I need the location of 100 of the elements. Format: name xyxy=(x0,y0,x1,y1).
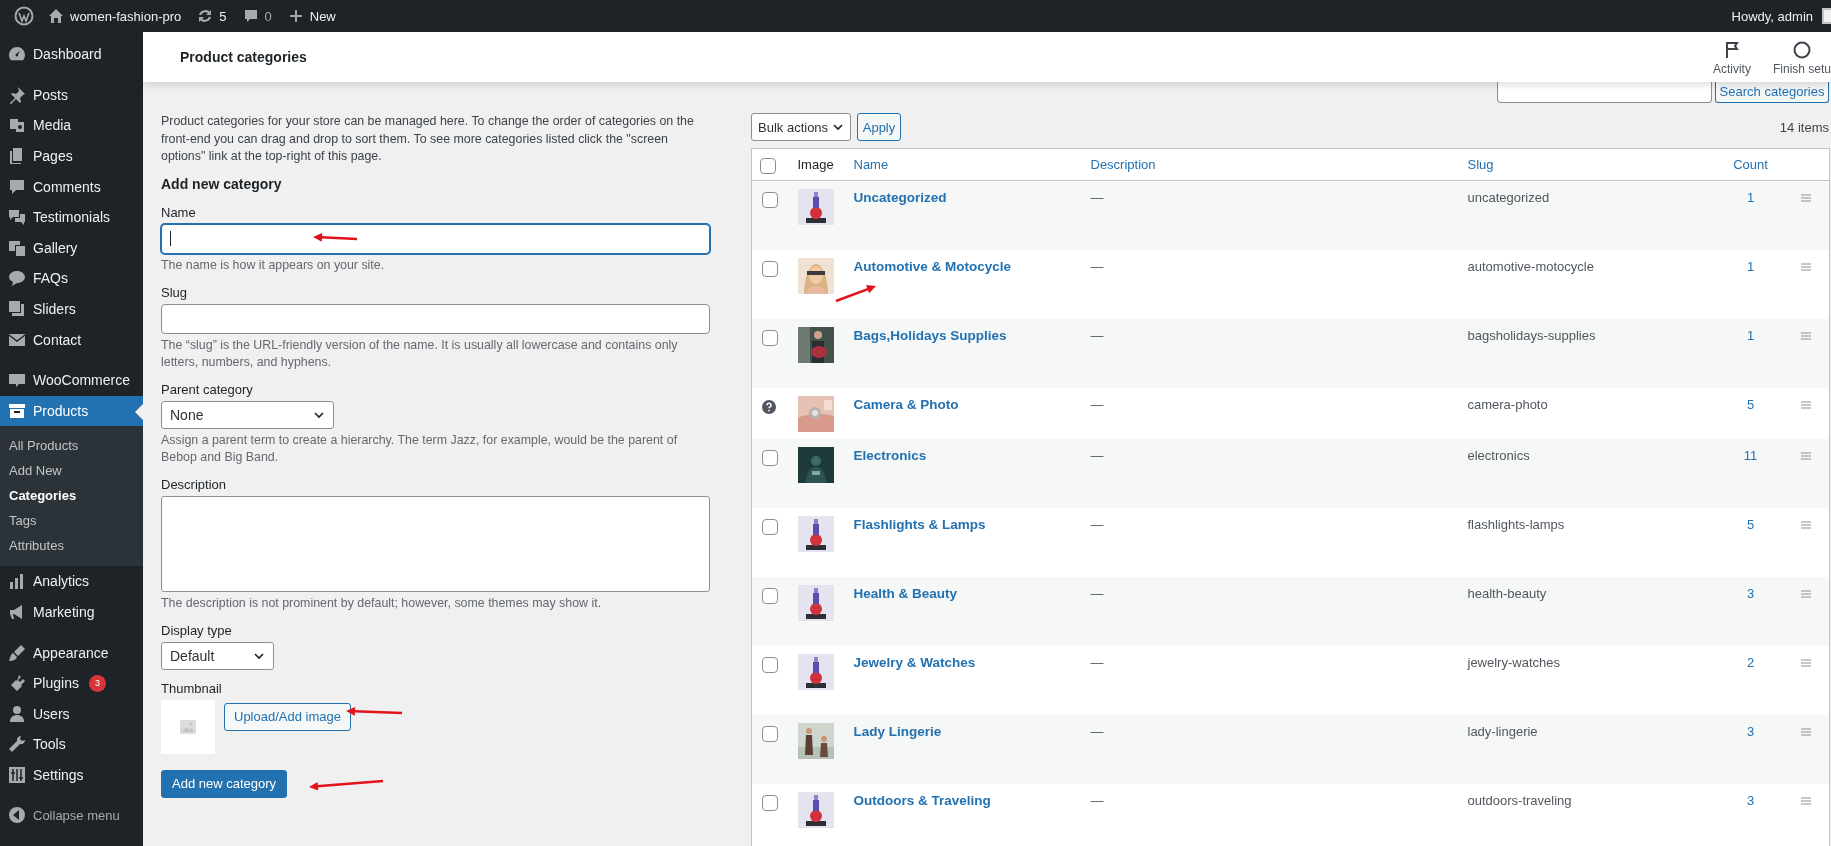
menu-item[interactable]: Sliders xyxy=(0,293,143,325)
logo-icon[interactable] xyxy=(14,6,34,26)
drag-handle-icon[interactable] xyxy=(1800,589,1811,598)
comments-link[interactable]: 0 xyxy=(234,0,280,32)
category-link[interactable]: Electronics xyxy=(853,447,927,463)
menu-item[interactable]: Gallery xyxy=(0,232,143,264)
dropdown[interactable]: None xyxy=(161,400,334,429)
menu-item[interactable]: Analytics xyxy=(0,566,143,597)
menu-item[interactable]: WooCommerce xyxy=(0,364,143,396)
menu-item[interactable]: Marketing xyxy=(0,596,143,628)
submenu-item[interactable]: Attributes xyxy=(0,533,143,559)
menu-item[interactable]: Testimonials xyxy=(0,201,143,233)
column-header[interactable]: Name xyxy=(853,157,889,172)
checkbox[interactable] xyxy=(762,725,778,742)
header-action[interactable]: Finish setu xyxy=(1772,38,1831,76)
menu-item[interactable]: Comments xyxy=(0,171,143,202)
question-icon xyxy=(762,399,776,414)
add-category-button[interactable]: Add new category xyxy=(161,769,288,798)
count-link[interactable]: 11 xyxy=(1743,447,1758,463)
column-header[interactable]: Slug xyxy=(1467,157,1494,172)
checkbox[interactable] xyxy=(762,449,778,466)
category-link[interactable]: Uncategorized xyxy=(853,190,947,205)
item-count: 14 items xyxy=(1779,119,1830,135)
category-link[interactable]: Automotive & Motocycle xyxy=(853,258,1012,274)
category-link[interactable]: Bags,Holidays Supplies xyxy=(853,327,1007,343)
table-cell: — xyxy=(1090,447,1104,463)
upload-button[interactable]: Upload/Add image xyxy=(224,702,351,731)
submenu-item[interactable]: All Products xyxy=(0,433,143,459)
count-link[interactable]: 1 xyxy=(1746,258,1755,274)
category-link[interactable]: Flashlights & Lamps xyxy=(853,516,986,532)
menu-item[interactable]: Plugins 3 xyxy=(0,667,143,699)
menu-item[interactable]: Pages xyxy=(0,140,143,172)
text-field[interactable] xyxy=(161,223,710,254)
menu-item[interactable]: Products xyxy=(0,395,143,427)
drag-handle-icon[interactable] xyxy=(1800,520,1811,529)
menu-item[interactable]: Posts xyxy=(0,79,143,111)
updates-link[interactable]: 5 xyxy=(189,0,235,32)
checkbox[interactable] xyxy=(762,656,778,673)
submenu-item[interactable]: Categories xyxy=(0,483,143,509)
sliders-icon xyxy=(7,765,27,785)
search-button[interactable]: Search categories xyxy=(1715,82,1829,103)
count-link[interactable]: 1 xyxy=(1746,190,1755,205)
drag-handle-icon[interactable] xyxy=(1800,451,1811,460)
table-cell: uncategorized xyxy=(1467,190,1550,205)
site-link[interactable]: women-fashion-pro xyxy=(40,0,190,32)
text-field[interactable] xyxy=(161,303,710,334)
count-link[interactable]: 3 xyxy=(1746,792,1755,808)
checkbox[interactable] xyxy=(762,518,778,535)
dropdown[interactable]: Bulk actions xyxy=(751,113,851,141)
drag-handle-icon[interactable] xyxy=(1800,400,1811,409)
count-link[interactable]: 5 xyxy=(1746,396,1755,412)
menu-item[interactable]: Media xyxy=(0,110,143,141)
dropdown[interactable]: Default xyxy=(161,641,274,670)
checkbox[interactable] xyxy=(762,794,778,811)
checkbox[interactable] xyxy=(762,329,778,346)
column-header[interactable]: Description xyxy=(1090,157,1156,172)
category-link[interactable]: Camera & Photo xyxy=(853,396,959,412)
count-link[interactable]: 2 xyxy=(1746,654,1755,670)
category-link[interactable]: Lady Lingerie xyxy=(853,723,942,739)
category-link[interactable]: Health & Beauty xyxy=(853,585,958,601)
menu-item[interactable]: Settings xyxy=(0,759,143,791)
drag-handle-icon[interactable] xyxy=(1800,727,1811,736)
field-label: Description xyxy=(161,475,228,494)
drag-handle-icon[interactable] xyxy=(1800,796,1811,805)
table-cell: jewelry-watches xyxy=(1467,654,1560,670)
menu-item[interactable]: Dashboard xyxy=(0,39,143,70)
submenu-item[interactable]: Tags xyxy=(0,508,143,534)
text-area[interactable] xyxy=(161,495,710,592)
category-link[interactable]: Outdoors & Traveling xyxy=(853,792,991,808)
menu-item[interactable]: Contact xyxy=(0,324,143,355)
count-link[interactable]: 1 xyxy=(1746,327,1755,343)
checkbox[interactable] xyxy=(762,260,778,277)
table-cell: lady-lingerie xyxy=(1467,723,1538,739)
field-label: Thumbnail xyxy=(161,679,223,698)
apply-button[interactable]: Apply xyxy=(857,113,901,141)
checkbox[interactable] xyxy=(762,587,778,604)
submenu-item[interactable]: Add New xyxy=(0,458,143,484)
drag-handle-icon[interactable] xyxy=(1800,194,1811,202)
collapse-menu[interactable]: Collapse menu xyxy=(0,800,143,831)
menu-item[interactable]: Users xyxy=(0,698,143,730)
field-label: Parent category xyxy=(161,380,254,399)
menu-item[interactable]: FAQs xyxy=(0,263,143,294)
account-link[interactable]: Howdy, admin xyxy=(1723,0,1831,32)
menu-item[interactable]: Tools xyxy=(0,729,143,760)
category-link[interactable]: Jewelry & Watches xyxy=(853,654,976,670)
drag-handle-icon[interactable] xyxy=(1800,262,1811,271)
drag-handle-icon[interactable] xyxy=(1800,331,1811,340)
count-link[interactable]: 5 xyxy=(1746,516,1755,532)
table-cell: — xyxy=(1090,792,1104,808)
menu-item[interactable]: Appearance xyxy=(0,637,143,668)
count-link[interactable]: 3 xyxy=(1746,585,1755,601)
drag-handle-icon[interactable] xyxy=(1800,658,1811,667)
search-field[interactable] xyxy=(1497,82,1712,103)
header-action[interactable]: Activity xyxy=(1712,38,1751,76)
new-link[interactable]: New xyxy=(279,0,344,32)
checkbox[interactable] xyxy=(760,157,776,174)
column-header[interactable]: Count xyxy=(1733,157,1768,172)
checkbox[interactable] xyxy=(762,192,778,208)
table-cell: flashlights-lamps xyxy=(1467,516,1565,532)
count-link[interactable]: 3 xyxy=(1746,723,1755,739)
